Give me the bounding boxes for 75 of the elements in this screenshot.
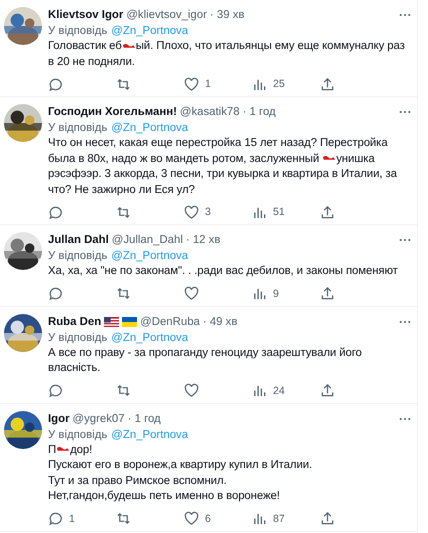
heart-icon	[184, 383, 199, 398]
more-icon[interactable]	[399, 238, 411, 242]
share-button[interactable]	[320, 204, 335, 220]
like-button[interactable]: 3	[184, 204, 252, 220]
share-icon	[320, 511, 335, 526]
author-handle[interactable]: @Jullan_Dahl	[112, 234, 183, 246]
share-button[interactable]	[320, 286, 335, 301]
timestamp[interactable]: · 49 хв	[202, 316, 238, 328]
views-button[interactable]: 87	[252, 511, 320, 526]
more-icon[interactable]	[399, 13, 411, 17]
reply-label: У відповідь	[48, 122, 108, 134]
reply-icon	[48, 383, 63, 398]
retweet-icon	[116, 76, 131, 92]
author-handle[interactable]: @DenRuba	[140, 316, 200, 328]
retweet-icon	[116, 383, 131, 398]
reply-label: У відповідь	[48, 332, 108, 344]
censor-mark	[122, 42, 136, 50]
tweet-text: Нет,гандон,будешь петь именно в воронеже!	[48, 489, 281, 504]
author-handle[interactable]: @ygrek07	[72, 412, 125, 424]
share-icon	[320, 204, 335, 220]
reply-label: У відповідь	[48, 25, 108, 37]
author-name[interactable]: Ruba Den	[48, 316, 102, 328]
censor-mark	[322, 154, 336, 162]
tweet-text: Тут и за право Римское вспомнил.	[48, 474, 228, 488]
bar-chart-icon	[252, 383, 267, 398]
timestamp[interactable]: · 1 год	[242, 106, 276, 118]
heart-icon	[184, 76, 199, 92]
more-icon[interactable]	[399, 110, 411, 114]
tweet-text: Что он несет, какая еще перестройка 15 лет назад? Перестройка была в 80х, надо ж во мандеть ротом, заслуженный унишка рэсэфээр. 3 аккорда, 3 песни, три кувырка и квартира в Италии, за что? Не зажирно ли Еся ул?	[48, 136, 398, 198]
like-button[interactable]: 1	[184, 76, 252, 92]
retweet-icon	[116, 286, 131, 301]
reply-icon	[48, 511, 63, 526]
flag-icon	[122, 316, 138, 326]
author-handle[interactable]: @kasatik78	[180, 106, 240, 118]
tweet-text: Пускают его в воронеж,а квартиру купил в Италии.	[48, 458, 314, 473]
bar-chart-icon	[252, 286, 267, 301]
reply-label: У відповідь	[48, 250, 108, 262]
retweet-icon	[116, 511, 131, 526]
like-button[interactable]: 6	[184, 511, 252, 526]
share-button[interactable]	[320, 76, 335, 92]
views-button[interactable]: 25	[252, 76, 320, 92]
author-name[interactable]: Igor	[48, 412, 70, 424]
reply-icon	[48, 76, 63, 92]
share-icon	[320, 383, 335, 398]
views-button[interactable]: 9	[252, 286, 320, 301]
share-icon	[320, 76, 335, 92]
timestamp[interactable]: · 1 год	[128, 412, 161, 424]
reply-icon	[48, 286, 63, 301]
share-button[interactable]	[320, 383, 335, 398]
tweet-text: Головастик еб ый. Плохо, что итальянцы ему еще коммуналку раз в 20 не подняли.	[48, 39, 406, 70]
tweet-text: Ха, ха, ха "не по законам". . .ради вас дебилов, и законы поменяют	[48, 264, 399, 279]
bar-chart-icon	[252, 511, 267, 526]
heart-icon	[184, 286, 199, 301]
tweet-text: П дор!	[48, 442, 94, 458]
timestamp[interactable]: · 39 хв	[210, 9, 244, 21]
flag-icon	[104, 316, 120, 326]
reply-button[interactable]: 1	[48, 511, 116, 526]
share-icon	[320, 286, 335, 301]
tweet-text: А все по праву - за пропаганду геноциду заарештували його власність.	[48, 346, 363, 376]
author-name[interactable]: Господин Хогельманн!	[48, 106, 177, 118]
author-name[interactable]: Klievtsov Igor	[48, 9, 124, 21]
retweet-icon	[116, 204, 131, 220]
censor-mark	[56, 445, 70, 454]
heart-icon	[184, 511, 199, 526]
views-button[interactable]: 51	[252, 204, 320, 220]
more-icon[interactable]	[399, 320, 411, 324]
author-name[interactable]: Jullan Dahl	[48, 234, 109, 246]
views-button[interactable]: 24	[252, 383, 320, 398]
more-icon[interactable]	[399, 416, 411, 420]
reply-icon	[48, 204, 63, 220]
share-button[interactable]	[320, 511, 335, 526]
author-handle[interactable]: @klievtsov_igor	[126, 9, 207, 21]
reply-label: У відповідь	[48, 428, 108, 440]
timestamp[interactable]: · 12 хв	[186, 234, 220, 246]
heart-icon	[184, 204, 199, 220]
